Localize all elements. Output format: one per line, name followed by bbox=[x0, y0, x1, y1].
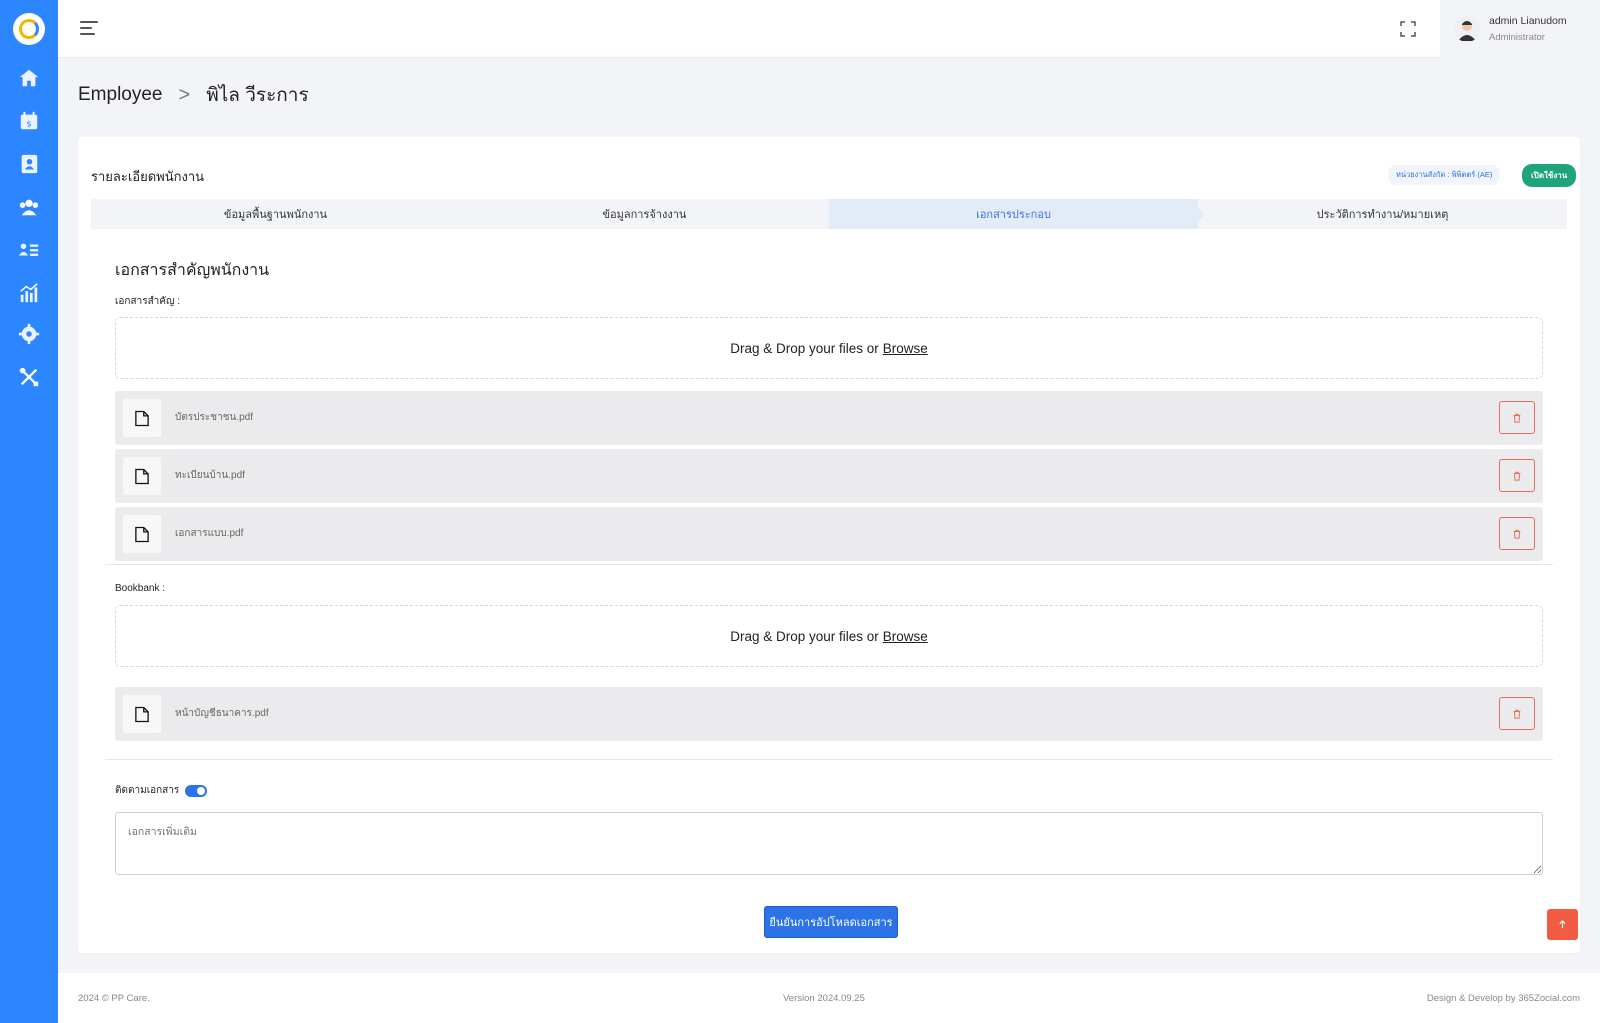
card-title: รายละเอียดพนักงาน bbox=[91, 169, 205, 184]
footer: 2024 © PP Care. Version 2024.09.25 Desig… bbox=[58, 973, 1600, 1023]
file-item: หน้าบัญชีธนาคาร.pdf bbox=[115, 687, 1543, 741]
track-documents-toggle[interactable] bbox=[185, 784, 208, 797]
file-name: เอกสารแบบ.pdf bbox=[175, 528, 244, 539]
delete-file-button[interactable] bbox=[1499, 517, 1535, 550]
chart-icon[interactable] bbox=[17, 281, 41, 305]
user-menu[interactable]: admin Lianudom Administrator bbox=[1440, 0, 1600, 58]
home-icon[interactable] bbox=[17, 66, 41, 90]
divider bbox=[105, 759, 1553, 760]
tab-documents[interactable]: เอกสารประกอบ bbox=[829, 199, 1205, 229]
important-docs-dropzone[interactable]: Drag & Drop your files or Browse bbox=[115, 317, 1543, 379]
footer-developer: Design & Develop by 365Zocial.com bbox=[1426, 993, 1580, 1004]
file-item: ทะเบียนบ้าน.pdf bbox=[115, 449, 1543, 503]
tools-icon[interactable] bbox=[17, 365, 41, 389]
sidebar: $ bbox=[0, 0, 58, 1023]
chevron-right-icon: > bbox=[178, 83, 191, 106]
additional-docs-textarea[interactable] bbox=[115, 812, 1543, 875]
trash-icon bbox=[1513, 529, 1521, 539]
dropzone-text: Drag & Drop your files or bbox=[730, 340, 879, 356]
file-item: บัตรประชาชน.pdf bbox=[115, 391, 1543, 445]
menu-toggle-icon[interactable] bbox=[80, 21, 98, 37]
bookbank-dropzone[interactable]: Drag & Drop your files or Browse bbox=[115, 605, 1543, 667]
app-logo[interactable] bbox=[13, 13, 45, 45]
track-documents-label: ติดตามเอกสาร bbox=[115, 785, 180, 796]
contact-book-icon[interactable] bbox=[17, 152, 41, 176]
avatar bbox=[1454, 16, 1480, 42]
arrow-up-icon bbox=[1559, 920, 1566, 929]
file-icon bbox=[123, 399, 161, 437]
divider bbox=[105, 564, 1553, 565]
status-badge: เปิดใช้งาน bbox=[1522, 164, 1577, 187]
file-name: ทะเบียนบ้าน.pdf bbox=[175, 470, 245, 481]
topbar: admin Lianudom Administrator bbox=[58, 0, 1600, 58]
file-name: บัตรประชาชน.pdf bbox=[175, 412, 254, 423]
footer-version: Version 2024.09.25 bbox=[783, 993, 865, 1004]
employee-detail-card: รายละเอียดพนักงาน หน่วยงานสังกัด : พิพิต… bbox=[78, 137, 1580, 953]
trash-icon bbox=[1513, 413, 1521, 423]
calendar-payment-icon[interactable]: $ bbox=[17, 109, 41, 133]
settings-icon[interactable] bbox=[17, 322, 41, 346]
breadcrumb-current: พิไล วีระการ bbox=[206, 85, 309, 106]
user-name: admin Lianudom bbox=[1489, 15, 1567, 27]
browse-link[interactable]: Browse bbox=[883, 341, 928, 356]
important-docs-label: เอกสารสำคัญ : bbox=[115, 296, 181, 307]
browse-link[interactable]: Browse bbox=[883, 629, 928, 644]
tab-work-history[interactable]: ประวัติการทำงาน/หมายเหตุ bbox=[1198, 199, 1567, 229]
delete-file-button[interactable] bbox=[1499, 697, 1535, 730]
tab-basic-info[interactable]: ข้อมูลพื้นฐานพนักงาน bbox=[91, 199, 460, 229]
file-item: เอกสารแบบ.pdf bbox=[115, 507, 1543, 561]
delete-file-button[interactable] bbox=[1499, 401, 1535, 434]
file-icon bbox=[123, 695, 161, 733]
breadcrumb: Employee > พิไล วีระการ bbox=[78, 80, 309, 110]
file-name: หน้าบัญชีธนาคาร.pdf bbox=[175, 708, 269, 719]
fullscreen-icon[interactable] bbox=[1400, 21, 1416, 37]
tab-bar: ข้อมูลพื้นฐานพนักงาน ข้อมูลการจ้างงาน เอ… bbox=[91, 199, 1567, 229]
trash-icon bbox=[1513, 471, 1521, 481]
department-badge: หน่วยงานสังกัด : พิพิตตร์ (AE) bbox=[1388, 165, 1501, 185]
dropzone-text: Drag & Drop your files or bbox=[730, 628, 879, 644]
delete-file-button[interactable] bbox=[1499, 459, 1535, 492]
bookbank-label: Bookbank : bbox=[115, 583, 166, 594]
file-icon bbox=[123, 515, 161, 553]
section-title: เอกสารสำคัญพนักงาน bbox=[115, 262, 270, 279]
tab-employment[interactable]: ข้อมูลการจ้างงาน bbox=[460, 199, 829, 229]
track-documents-row: ติดตามเอกสาร bbox=[115, 783, 208, 798]
confirm-upload-button[interactable]: ยืนยันการอัปโหลดเอกสาร bbox=[764, 906, 898, 938]
breadcrumb-parent[interactable]: Employee bbox=[78, 84, 163, 106]
user-list-icon[interactable] bbox=[17, 238, 41, 262]
svg-text:$: $ bbox=[26, 119, 31, 129]
footer-copyright: 2024 © PP Care. bbox=[78, 993, 150, 1004]
user-role: Administrator bbox=[1489, 32, 1545, 43]
file-icon bbox=[123, 457, 161, 495]
trash-icon bbox=[1513, 709, 1521, 719]
scroll-to-top-button[interactable] bbox=[1547, 909, 1578, 940]
employees-icon[interactable] bbox=[17, 195, 41, 219]
